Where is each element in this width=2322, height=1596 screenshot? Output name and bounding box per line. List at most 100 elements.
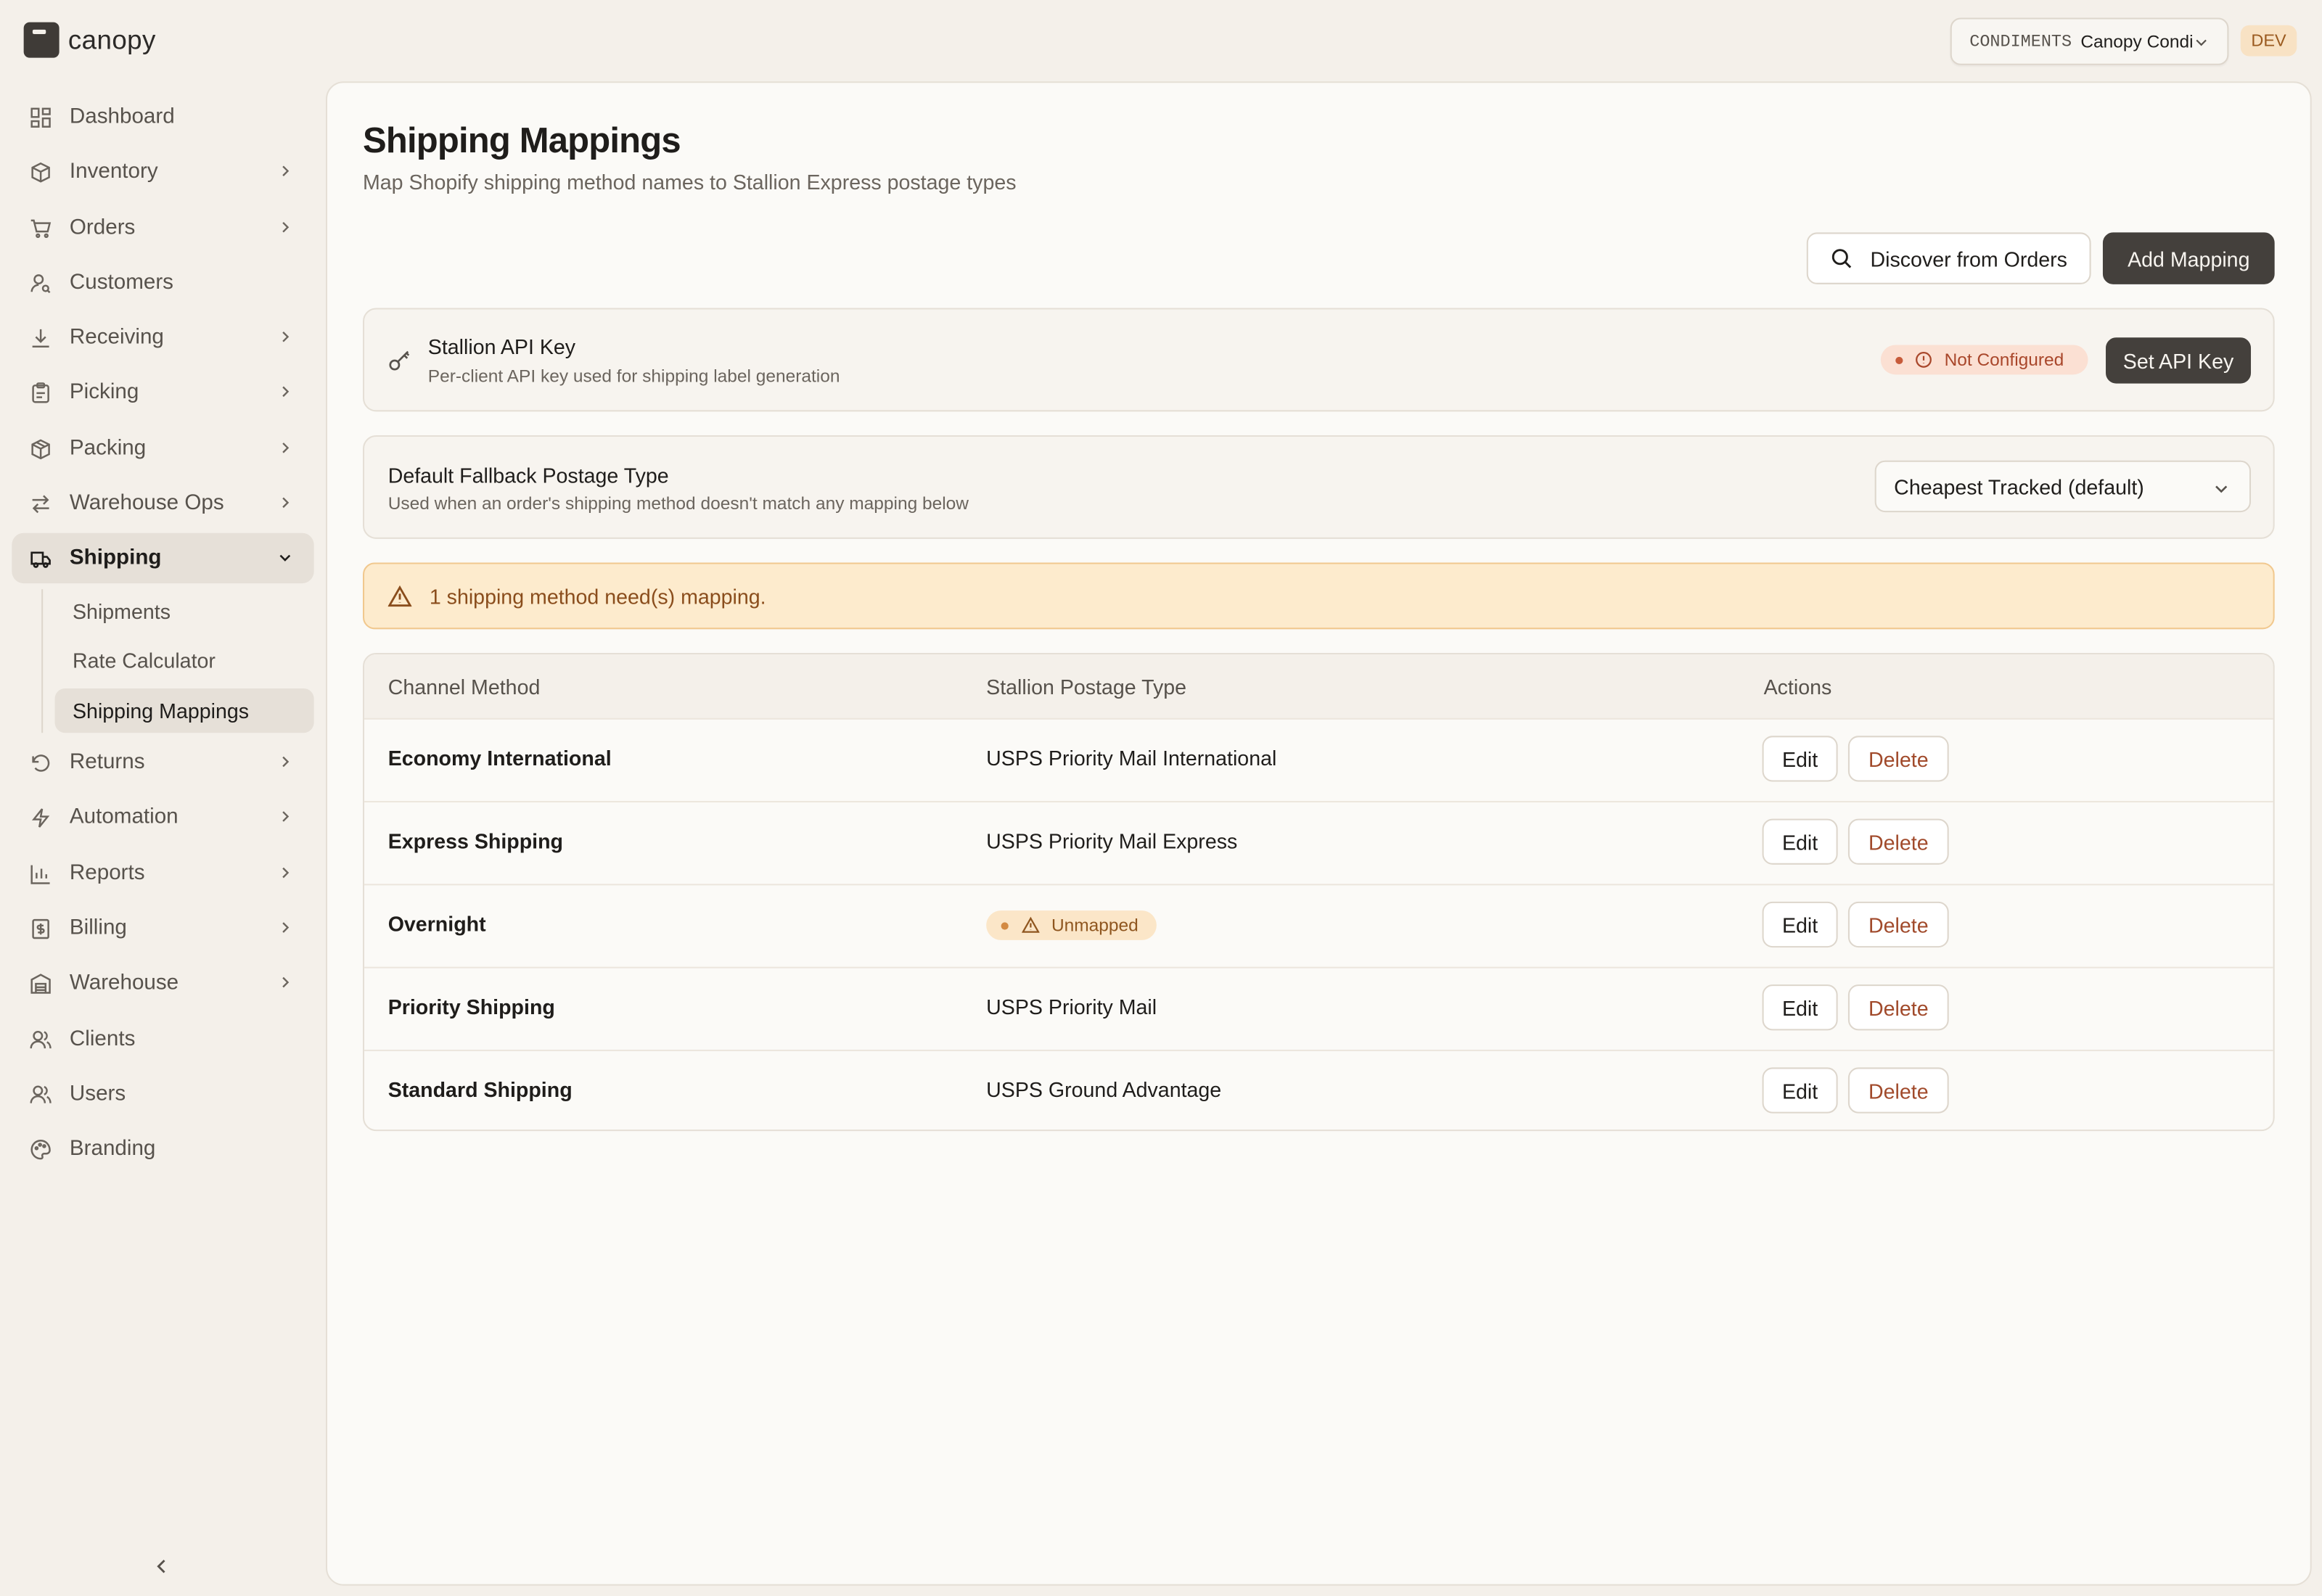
edit-button[interactable]: Edit xyxy=(1762,736,1838,782)
edit-button[interactable]: Edit xyxy=(1762,984,1838,1031)
channel-method-cell: Economy International xyxy=(387,746,612,770)
chevron-right-icon xyxy=(282,221,290,232)
sidebar-nav: Dashboard Inventory Orders Customers Rec… xyxy=(12,92,314,1180)
collapse-sidebar-icon[interactable] xyxy=(148,1553,175,1580)
delete-button[interactable]: Delete xyxy=(1847,984,1949,1031)
fallback-selected-value: Cheapest Tracked (default) xyxy=(1894,474,2144,498)
clipboard-icon xyxy=(32,383,49,404)
channel-method-cell: Standard Shipping xyxy=(387,1077,573,1102)
arrows-icon xyxy=(32,495,49,514)
palette-icon xyxy=(30,1140,51,1160)
table-header: Channel Method Stallion Postage Type Act… xyxy=(364,654,2273,720)
column-header: Channel Method xyxy=(387,675,541,699)
package-icon xyxy=(31,439,50,459)
chevron-right-icon xyxy=(282,442,290,453)
sidebar-item-label: Returns xyxy=(69,751,145,775)
sidebar-item-receiving[interactable]: Receiving xyxy=(12,313,313,363)
status-text: Not Configured xyxy=(1944,349,2064,371)
sidebar-item-picking[interactable]: Picking xyxy=(12,368,313,418)
edit-button[interactable]: Edit xyxy=(1762,901,1838,948)
sidebar-item-clients[interactable]: Clients xyxy=(12,1013,313,1064)
edit-button[interactable]: Edit xyxy=(1762,818,1838,865)
sidebar-item-billing[interactable]: Billing xyxy=(12,903,313,953)
sidebar-item-label: Branding xyxy=(69,1137,156,1161)
sidebar-subitem-shipping-mappings[interactable]: Shipping Mappings xyxy=(54,688,314,733)
table-row: Overnight Unmapped Edit Delete xyxy=(364,884,2273,968)
status-dot xyxy=(1001,921,1009,929)
sidebar-item-label: Reports xyxy=(69,861,145,885)
api-key-description: Per-client API key used for shipping lab… xyxy=(427,366,840,387)
undo-icon xyxy=(32,754,50,773)
client-selector[interactable]: CONDIMENTS Canopy Condiments xyxy=(1950,17,2229,65)
sidebar-item-label: Automation xyxy=(69,806,179,830)
add-mapping-button[interactable]: Add Mapping xyxy=(2102,232,2275,284)
sidebar-item-automation[interactable]: Automation xyxy=(12,793,313,843)
delete-button[interactable]: Delete xyxy=(1847,1067,1949,1114)
api-key-status-badge: Not Configured xyxy=(1880,345,2088,375)
key-icon xyxy=(389,350,410,371)
sidebar-item-returns[interactable]: Returns xyxy=(12,738,313,788)
sidebar-item-users[interactable]: Users xyxy=(12,1069,313,1119)
sidebar-item-shipping[interactable]: Shipping xyxy=(12,533,314,584)
sidebar-subitem-rate-calculator[interactable]: Rate Calculator xyxy=(55,638,314,683)
download-icon xyxy=(32,329,49,348)
table-row: Priority Shipping USPS Priority Mail Edi… xyxy=(364,967,2273,1051)
bar-chart-icon xyxy=(30,865,50,884)
truck-icon xyxy=(30,552,51,569)
chevron-right-icon xyxy=(282,812,290,823)
sidebar-item-orders[interactable]: Orders xyxy=(12,202,313,252)
sidebar-item-reports[interactable]: Reports xyxy=(12,848,313,898)
delete-button[interactable]: Delete xyxy=(1847,901,1949,948)
cart-icon xyxy=(30,218,52,238)
sidebar-item-warehouse[interactable]: Warehouse xyxy=(12,958,313,1008)
unmapped-text: Unmapped xyxy=(1051,915,1139,936)
shipping-submenu: Shipments Rate Calculator Shipping Mappi… xyxy=(41,588,314,733)
channel-method-cell: Express Shipping xyxy=(387,828,564,853)
discover-from-orders-button[interactable]: Discover from Orders xyxy=(1806,232,2091,284)
postage-type-cell: USPS Priority Mail xyxy=(986,995,1157,1019)
sidebar-item-warehouse-ops[interactable]: Warehouse Ops xyxy=(12,478,313,528)
sidebar-item-label: Orders xyxy=(69,215,136,239)
chevron-down-icon xyxy=(2196,38,2207,46)
channel-method-cell: Overnight xyxy=(387,912,486,936)
brand-name: canopy xyxy=(67,24,156,54)
sidebar-item-label: Dashboard xyxy=(69,104,175,129)
fallback-postage-select[interactable]: Cheapest Tracked (default) xyxy=(1874,460,2252,513)
sidebar-item-branding[interactable]: Branding xyxy=(12,1124,313,1174)
sidebar-item-label: Receiving xyxy=(69,326,164,350)
sidebar-item-inventory[interactable]: Inventory xyxy=(12,147,313,197)
warning-triangle-icon xyxy=(1022,916,1040,933)
column-header: Actions xyxy=(1763,675,1832,699)
chevron-down-icon xyxy=(279,555,291,562)
fallback-description: Used when an order's shipping method doe… xyxy=(387,493,969,514)
set-api-key-button[interactable]: Set API Key xyxy=(2106,337,2252,384)
brand-logo-icon xyxy=(23,22,60,58)
column-header: Stallion Postage Type xyxy=(986,675,1187,699)
chevron-right-icon xyxy=(282,867,290,878)
postage-type-cell: USPS Priority Mail Express xyxy=(986,828,1238,853)
page-subtitle: Map Shopify shipping method names to Sta… xyxy=(362,170,1017,194)
chevron-right-icon xyxy=(282,497,290,509)
receipt-icon xyxy=(32,919,49,939)
sidebar-item-label: Shipping xyxy=(69,546,162,571)
edit-button[interactable]: Edit xyxy=(1762,1067,1838,1114)
sidebar-subitem-shipments[interactable]: Shipments xyxy=(55,589,314,633)
chevron-down-icon xyxy=(2215,485,2228,493)
chevron-right-icon xyxy=(282,922,290,933)
client-name: Canopy Condiments xyxy=(2080,30,2194,52)
sidebar-item-label: Warehouse xyxy=(69,971,179,996)
sidebar-item-label: Picking xyxy=(69,381,139,406)
alert-circle-icon xyxy=(1916,351,1932,368)
sidebar-item-dashboard[interactable]: Dashboard xyxy=(12,92,313,142)
sidebar-item-packing[interactable]: Packing xyxy=(12,423,313,473)
warning-triangle-icon xyxy=(387,584,412,606)
sidebar-item-customers[interactable]: Customers xyxy=(12,258,313,308)
delete-button[interactable]: Delete xyxy=(1847,736,1949,782)
sidebar-item-label: Clients xyxy=(69,1027,136,1051)
brand[interactable]: canopy xyxy=(23,22,156,58)
sidebar-item-label: Billing xyxy=(69,916,127,941)
chevron-right-icon xyxy=(282,166,290,177)
box-icon xyxy=(31,163,50,184)
delete-button[interactable]: Delete xyxy=(1847,818,1949,865)
table-row: Express Shipping USPS Priority Mail Expr… xyxy=(364,801,2273,886)
